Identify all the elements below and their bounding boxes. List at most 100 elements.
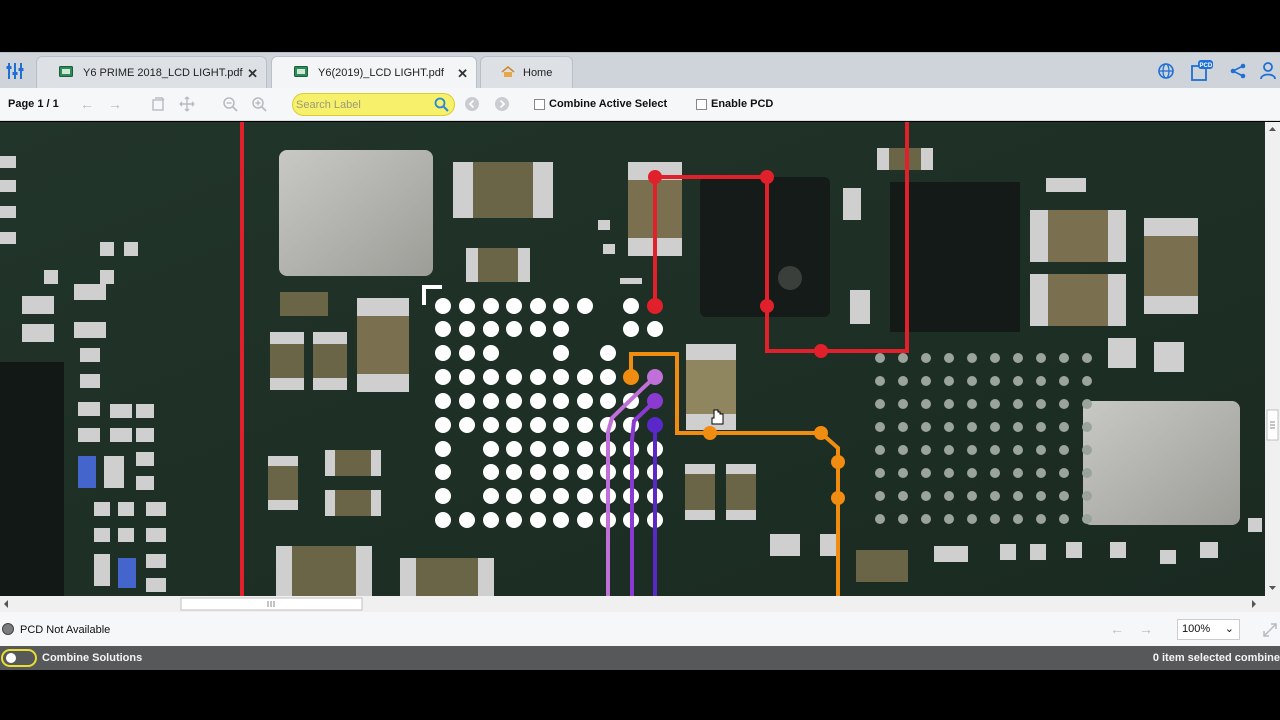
bga-ball[interactable]: [623, 321, 639, 337]
bga-ball[interactable]: [459, 321, 475, 337]
bga-ball[interactable]: [530, 488, 546, 504]
bga-ball[interactable]: [506, 321, 522, 337]
bga-ball[interactable]: [435, 369, 451, 385]
bga-ball[interactable]: [483, 345, 499, 361]
bga-ball[interactable]: [577, 393, 593, 409]
next-page-icon[interactable]: →: [105, 94, 125, 114]
bga-ball[interactable]: [435, 488, 451, 504]
bga-ball[interactable]: [435, 345, 451, 361]
bga-ball[interactable]: [600, 345, 616, 361]
bga-ball[interactable]: [435, 417, 451, 433]
bga-ball[interactable]: [553, 298, 569, 314]
search-next-icon[interactable]: [492, 94, 512, 114]
bga-ball[interactable]: [577, 441, 593, 457]
forward-arrow-icon[interactable]: →: [1136, 619, 1156, 639]
bga-ball[interactable]: [459, 345, 475, 361]
rotate-icon[interactable]: [148, 94, 168, 114]
fullscreen-icon[interactable]: [1260, 620, 1280, 640]
bga-ball[interactable]: [553, 345, 569, 361]
bga-ball[interactable]: [553, 512, 569, 528]
search-icon[interactable]: [434, 97, 449, 115]
bga-ball[interactable]: [553, 488, 569, 504]
zoom-in-icon[interactable]: [249, 94, 269, 114]
bga-ball[interactable]: [435, 464, 451, 480]
bga-ball[interactable]: [483, 321, 499, 337]
bga-ball[interactable]: [435, 393, 451, 409]
bga-ball[interactable]: [530, 441, 546, 457]
globe-icon[interactable]: [1148, 63, 1184, 79]
bga-ball[interactable]: [506, 441, 522, 457]
tab-y6-prime-2018[interactable]: Y6 PRIME 2018_LCD LIGHT.pdf ✕: [36, 56, 267, 89]
bga-ball[interactable]: [459, 298, 475, 314]
bga-ball[interactable]: [506, 464, 522, 480]
bga-ball[interactable]: [459, 369, 475, 385]
bga-ball[interactable]: [623, 298, 639, 314]
bga-ball[interactable]: [553, 417, 569, 433]
bga-ball[interactable]: [530, 393, 546, 409]
bga-ball[interactable]: [577, 417, 593, 433]
bga-ball[interactable]: [483, 488, 499, 504]
net-violet-node[interactable]: [647, 417, 663, 433]
bga-ball[interactable]: [483, 369, 499, 385]
bga-ball[interactable]: [553, 464, 569, 480]
bga-ball[interactable]: [530, 464, 546, 480]
bga-ball[interactable]: [577, 464, 593, 480]
bga-ball[interactable]: [577, 298, 593, 314]
prev-page-icon[interactable]: ←: [77, 94, 97, 114]
bga-ball[interactable]: [483, 512, 499, 528]
bga-ball[interactable]: [647, 321, 663, 337]
bga-ball[interactable]: [530, 321, 546, 337]
user-icon[interactable]: [1256, 62, 1280, 80]
bga-ball[interactable]: [459, 417, 475, 433]
bga-ball[interactable]: [506, 512, 522, 528]
zoom-select[interactable]: 100% ⌄: [1177, 619, 1240, 640]
bga-ball[interactable]: [483, 417, 499, 433]
bga-ball[interactable]: [530, 512, 546, 528]
tab-y6-2019[interactable]: Y6(2019)_LCD LIGHT.pdf ✕: [271, 56, 477, 89]
close-icon[interactable]: ✕: [457, 66, 468, 82]
bga-ball[interactable]: [577, 369, 593, 385]
bga-ball[interactable]: [553, 393, 569, 409]
bga-ball[interactable]: [506, 369, 522, 385]
bga-ball[interactable]: [459, 512, 475, 528]
horizontal-scrollbar[interactable]: [0, 596, 1265, 612]
combine-solutions-toggle[interactable]: [1, 649, 37, 667]
bga-ball[interactable]: [577, 488, 593, 504]
bga-ball[interactable]: [530, 417, 546, 433]
bga-ball[interactable]: [553, 321, 569, 337]
bga-ball[interactable]: [435, 298, 451, 314]
search-prev-icon[interactable]: [462, 94, 482, 114]
bga-ball[interactable]: [435, 321, 451, 337]
checkbox-box[interactable]: [696, 98, 707, 110]
close-icon[interactable]: ✕: [247, 66, 258, 82]
pan-icon[interactable]: [177, 94, 197, 114]
bga-ball[interactable]: [506, 417, 522, 433]
bga-ball[interactable]: [435, 512, 451, 528]
bga-ball[interactable]: [553, 441, 569, 457]
bga-ball[interactable]: [506, 393, 522, 409]
search-label-input[interactable]: [296, 97, 431, 113]
bga-ball[interactable]: [577, 512, 593, 528]
zoom-out-icon[interactable]: [220, 94, 240, 114]
bga-ball[interactable]: [483, 298, 499, 314]
pcd-icon[interactable]: PCD: [1184, 60, 1220, 82]
bga-ball[interactable]: [530, 369, 546, 385]
board-viewer[interactable]: [0, 122, 1265, 596]
bga-ball[interactable]: [483, 393, 499, 409]
enable-pcd-checkbox[interactable]: Enable PCD: [696, 98, 773, 110]
net-purple-node[interactable]: [647, 393, 663, 409]
board-image[interactable]: [0, 122, 1265, 596]
bga-ball[interactable]: [553, 369, 569, 385]
bga-ball[interactable]: [600, 369, 616, 385]
net-purple-light-node[interactable]: [647, 369, 663, 385]
bga-ball[interactable]: [530, 298, 546, 314]
bga-ball[interactable]: [600, 393, 616, 409]
tab-home[interactable]: Home: [480, 56, 573, 89]
vertical-scrollbar[interactable]: [1265, 122, 1280, 596]
share-icon[interactable]: [1220, 63, 1256, 79]
bga-ball[interactable]: [506, 298, 522, 314]
back-arrow-icon[interactable]: ←: [1107, 619, 1127, 639]
settings-sliders-icon[interactable]: [0, 53, 30, 89]
combine-active-select-checkbox[interactable]: Combine Active Select: [534, 98, 667, 110]
checkbox-box[interactable]: [534, 98, 545, 110]
